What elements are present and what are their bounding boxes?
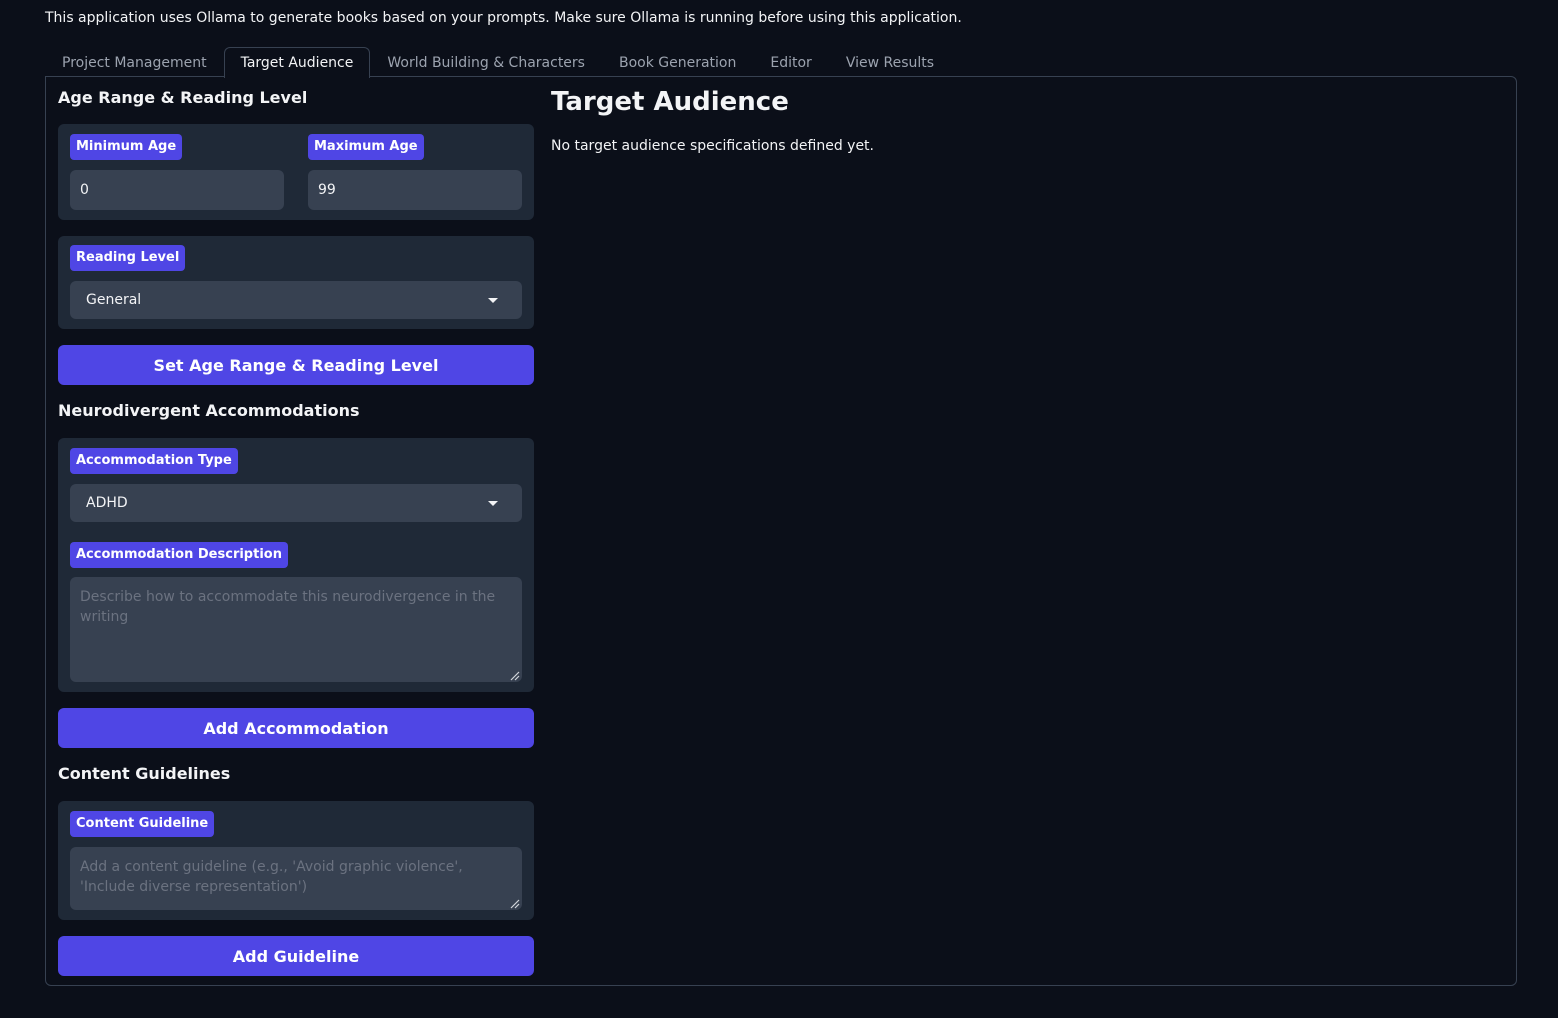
reading-level-block: Reading Level General [58,236,534,329]
content-guideline-label: Content Guideline [70,811,215,837]
accommodation-block: Accommodation Type ADHD Accommodation De… [58,438,534,692]
tab-panel: Age Range & Reading Level Minimum Age Ma… [45,76,1517,986]
output-message: No target audience specifications define… [551,138,874,154]
tab-project-management[interactable]: Project Management [45,47,224,77]
intro-text: This application uses Ollama to generate… [45,10,962,26]
tab-book-generation[interactable]: Book Generation [602,47,753,77]
accommodation-type-label: Accommodation Type [70,448,238,474]
add-guideline-button[interactable]: Add Guideline [58,936,534,976]
min-age-label: Minimum Age [70,134,183,160]
reading-level-label: Reading Level [70,245,186,271]
guidelines-section-title: Content Guidelines [58,764,231,783]
guideline-block: Content Guideline [58,801,534,920]
accommodation-type-value: ADHD [86,495,128,511]
tab-target-audience[interactable]: Target Audience [223,47,371,78]
age-section-title: Age Range & Reading Level [58,88,308,107]
output-heading: Target Audience [551,87,789,117]
accommodation-section-title: Neurodivergent Accommodations [58,401,360,420]
accommodation-type-dropdown[interactable]: ADHD [70,484,522,522]
resize-handle-icon[interactable] [510,671,520,681]
tab-world-building[interactable]: World Building & Characters [370,47,602,77]
chevron-down-icon [488,501,498,506]
max-age-input[interactable] [308,170,522,210]
chevron-down-icon [488,298,498,303]
min-age-input[interactable] [70,170,284,210]
tab-bar: Project Management Target Audience World… [45,47,951,78]
reading-level-dropdown[interactable]: General [70,281,522,319]
accommodation-description-input[interactable] [70,577,522,682]
reading-level-value: General [86,292,142,308]
tab-editor[interactable]: Editor [753,47,828,77]
max-age-label: Maximum Age [308,134,424,160]
content-guideline-input[interactable] [70,847,522,910]
tab-view-results[interactable]: View Results [829,47,951,77]
add-accommodation-button[interactable]: Add Accommodation [58,708,534,748]
accommodation-description-label: Accommodation Description [70,542,288,568]
resize-handle-icon[interactable] [510,899,520,909]
age-range-block: Minimum Age Maximum Age [58,124,534,220]
set-age-range-button[interactable]: Set Age Range & Reading Level [58,345,534,385]
